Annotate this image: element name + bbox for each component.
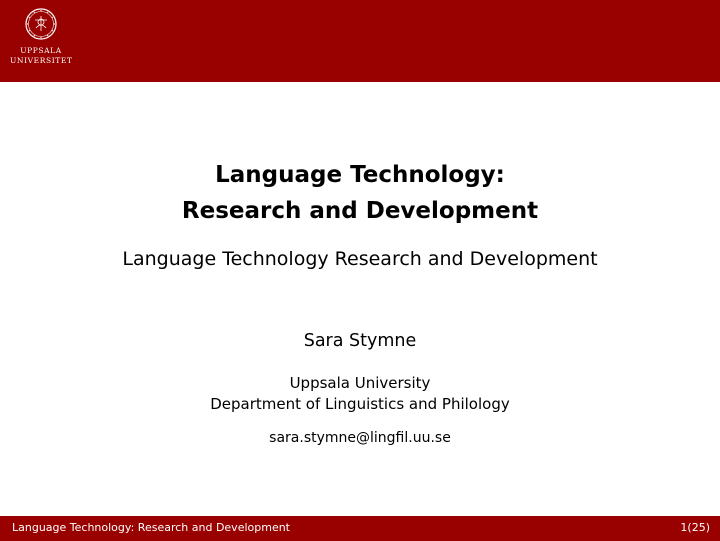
footer-short-title: Language Technology: Research and Develo… [12, 521, 290, 534]
author-email: sara.stymne@lingfil.uu.se [269, 430, 451, 446]
department-name: Department of Linguistics and Philology [210, 395, 510, 413]
slide-subtitle: Language Technology Research and Develop… [122, 248, 598, 270]
logo-text-uppsala: UPPSALA [20, 46, 62, 55]
university-seal-icon [25, 8, 57, 40]
slide-title: Language Technology: Research and Develo… [0, 157, 720, 229]
university-logo: UPPSALA UNIVERSITET [10, 8, 72, 66]
logo-text-universitet: UNIVERSITET [10, 56, 73, 65]
slide-title-line-1: Language Technology: [215, 162, 505, 188]
slide-title-line-2: Research and Development [181, 198, 539, 224]
header-bar: UPPSALA UNIVERSITET [0, 0, 720, 82]
author-affiliation: Uppsala University Department of Linguis… [0, 373, 720, 415]
institution-name: Uppsala University [289, 374, 431, 392]
page-number: 1(25) [680, 521, 710, 534]
author-name: Sara Stymne [303, 331, 417, 351]
footer-bar: Language Technology: Research and Develo… [0, 516, 720, 541]
